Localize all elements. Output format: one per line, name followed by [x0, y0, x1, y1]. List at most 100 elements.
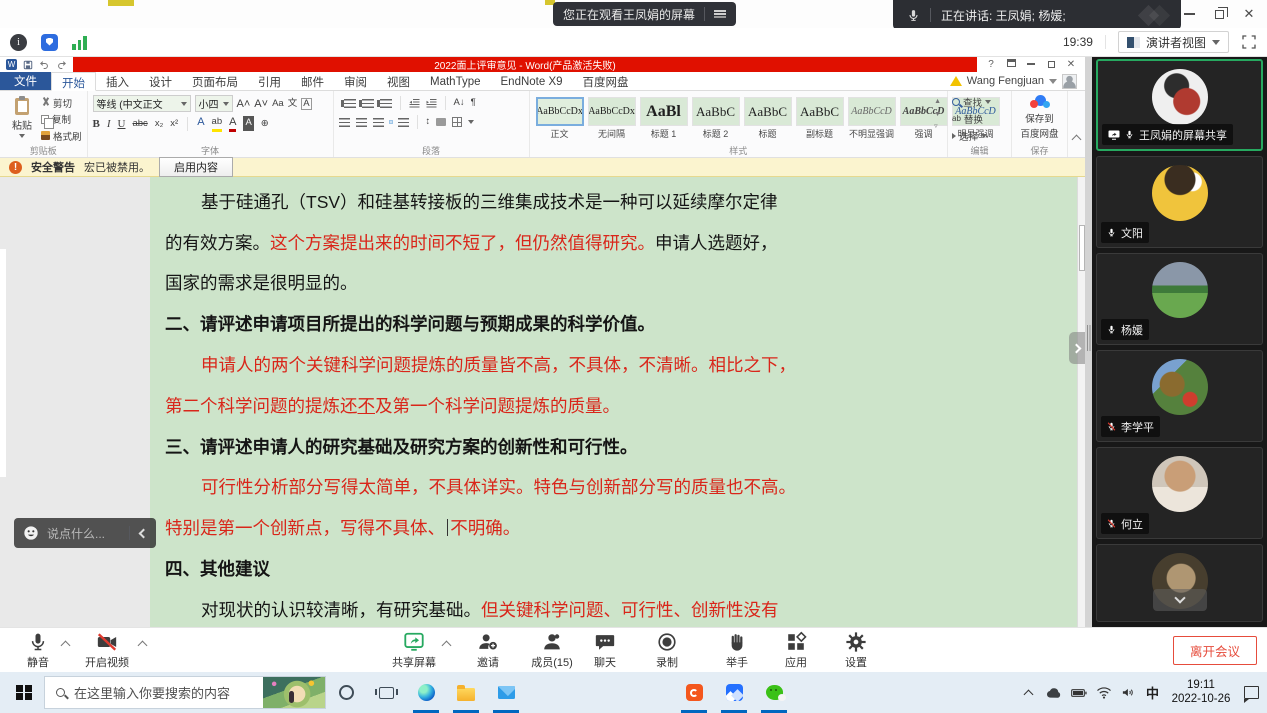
superscript-button[interactable]: x² — [170, 117, 178, 131]
word-minimize-button[interactable] — [1021, 59, 1041, 70]
subscript-button[interactable]: x₂ — [155, 117, 163, 131]
change-case-icon[interactable]: Aa — [272, 97, 284, 111]
task-view-button[interactable] — [366, 672, 406, 713]
share-options-caret[interactable] — [443, 642, 451, 650]
enclose-characters-button[interactable]: ⊕ — [261, 117, 269, 131]
video-options-caret[interactable] — [139, 642, 147, 650]
panel-divider[interactable] — [1085, 57, 1092, 627]
taskbar-orange-app[interactable] — [674, 672, 714, 713]
word-logo-icon[interactable]: W — [6, 59, 17, 70]
line-spacing-icon[interactable]: ↕ — [426, 115, 431, 129]
replace-button[interactable]: ab替换 — [952, 112, 1007, 126]
tab-home[interactable]: 开始 — [51, 72, 96, 91]
participant-tile[interactable]: 何立 — [1096, 447, 1263, 539]
baidu-netdisk-icon[interactable] — [1030, 95, 1050, 109]
document-scrollbar[interactable] — [1077, 177, 1085, 627]
style-no-spacing[interactable]: AaBbCcDx无间隔 — [587, 97, 637, 144]
style-heading1[interactable]: AaBl标题 1 — [639, 97, 689, 144]
onedrive-cloud-icon[interactable] — [1046, 685, 1062, 701]
tab-endnote[interactable]: EndNote X9 — [491, 72, 573, 90]
text-effects-button[interactable]: A — [197, 115, 204, 132]
enable-content-button[interactable]: 启用内容 — [159, 157, 233, 177]
taskbar-file-explorer[interactable] — [446, 672, 486, 713]
phonetic-guide-icon[interactable]: 文 — [288, 97, 298, 111]
select-button[interactable]: 选择 — [952, 129, 1007, 143]
shading-icon[interactable] — [436, 118, 446, 126]
justify-icon[interactable] — [390, 121, 392, 123]
taskbar-search[interactable]: 在这里输入你要搜索的内容 — [44, 676, 326, 709]
taskbar-wechat[interactable] — [754, 672, 794, 713]
paste-button[interactable]: 粘贴 — [5, 94, 39, 144]
tab-mailings[interactable]: 邮件 — [291, 72, 334, 90]
participant-tile[interactable]: 王凤娟的屏幕共享 — [1096, 59, 1263, 151]
sidebar-expand-handle[interactable] — [1069, 332, 1085, 364]
style-subtle-emphasis[interactable]: AaBbCcD不明显强调 — [847, 97, 897, 144]
security-shield-icon[interactable] — [41, 34, 58, 51]
meeting-info-icon[interactable]: i — [10, 34, 27, 51]
start-button[interactable] — [4, 672, 44, 713]
format-painter-button[interactable]: 格式刷 — [41, 129, 82, 142]
style-subtitle[interactable]: AaBbC副标题 — [795, 97, 845, 144]
font-name-select[interactable]: 等线 (中文正文 — [93, 95, 191, 112]
numbering-icon[interactable] — [362, 99, 374, 108]
network-quality-icon[interactable] — [72, 35, 87, 50]
sort-icon[interactable]: A↓ — [454, 96, 465, 110]
multilevel-list-icon[interactable] — [380, 99, 392, 108]
style-normal[interactable]: AaBbCcDx正文 — [535, 97, 585, 144]
tab-baidu-netdisk[interactable]: 百度网盘 — [573, 72, 639, 90]
close-button[interactable]: ✕ — [1237, 2, 1261, 26]
scrollbar-thumb[interactable] — [1079, 225, 1085, 271]
participant-tile[interactable]: 杨媛 — [1096, 253, 1263, 345]
paragraph-marks-icon[interactable]: ¶ — [471, 96, 476, 110]
document-page[interactable]: 基于硅通孔（TSV）和硅基转接板的三维集成技术是一种可以延续摩尔定律 的有效方案… — [150, 177, 1077, 627]
save-icon[interactable] — [23, 60, 33, 70]
align-center-icon[interactable] — [356, 118, 367, 127]
word-close-button[interactable]: ✕ — [1061, 59, 1081, 70]
tab-design[interactable]: 设计 — [139, 72, 182, 90]
mic-options-caret[interactable] — [62, 642, 70, 650]
tab-review[interactable]: 审阅 — [334, 72, 377, 90]
cut-button[interactable]: 剪切 — [41, 96, 82, 109]
tab-file[interactable]: 文件 — [0, 72, 51, 90]
wifi-icon[interactable] — [1096, 685, 1112, 701]
underline-button[interactable]: U — [118, 117, 126, 131]
action-center-button[interactable] — [1243, 685, 1259, 701]
style-heading2[interactable]: AaBbC标题 2 — [691, 97, 741, 144]
chat-button[interactable]: 聊天 — [574, 631, 636, 670]
styles-scroll[interactable]: ▲▼▿ — [933, 94, 942, 144]
word-restore-button[interactable] — [1041, 59, 1061, 70]
share-screen-button[interactable]: 共享屏幕 — [383, 631, 445, 670]
grow-font-icon[interactable]: A˄ — [237, 97, 251, 111]
leave-meeting-button[interactable]: 离开会议 — [1173, 636, 1257, 665]
character-shading-button[interactable]: A — [243, 116, 253, 131]
invite-button[interactable]: 邀请 — [457, 631, 519, 670]
character-border-icon[interactable]: A — [301, 98, 311, 110]
shrink-font-icon[interactable]: A˅ — [254, 97, 268, 111]
borders-icon[interactable] — [452, 117, 462, 127]
apps-button[interactable]: 应用 — [765, 631, 827, 670]
decrease-indent-icon[interactable] — [409, 99, 420, 108]
menu-icon[interactable] — [714, 10, 726, 12]
tab-mathtype[interactable]: MathType — [420, 72, 491, 90]
redo-icon[interactable] — [56, 60, 67, 70]
align-left-icon[interactable] — [339, 118, 350, 127]
save-netdisk-button-line2[interactable]: 百度网盘 — [1020, 126, 1058, 140]
record-button[interactable]: 录制 — [636, 631, 698, 670]
tab-view[interactable]: 视图 — [377, 72, 420, 90]
participant-tile[interactable]: 文阳 — [1096, 156, 1263, 248]
ribbon-options-button[interactable] — [1001, 59, 1021, 70]
account-area[interactable]: Wang Fengjuan — [950, 72, 1085, 90]
taskbar-mail[interactable] — [486, 672, 526, 713]
italic-button[interactable]: I — [107, 117, 111, 131]
taskbar-clock[interactable]: 19:11 2022-10-26 — [1168, 679, 1234, 706]
taskbar-tencent-meeting[interactable] — [714, 672, 754, 713]
mute-button[interactable]: 静音 — [7, 631, 69, 670]
input-method-indicator[interactable]: 中 — [1146, 683, 1159, 702]
fullscreen-button[interactable] — [1241, 34, 1257, 50]
raise-hand-button[interactable]: 举手 — [706, 631, 768, 670]
cortana-button[interactable] — [326, 672, 366, 713]
undo-icon[interactable] — [39, 60, 50, 70]
participant-tile[interactable] — [1096, 544, 1263, 622]
collapse-chat-icon[interactable] — [139, 528, 149, 538]
bold-button[interactable]: B — [93, 117, 100, 131]
